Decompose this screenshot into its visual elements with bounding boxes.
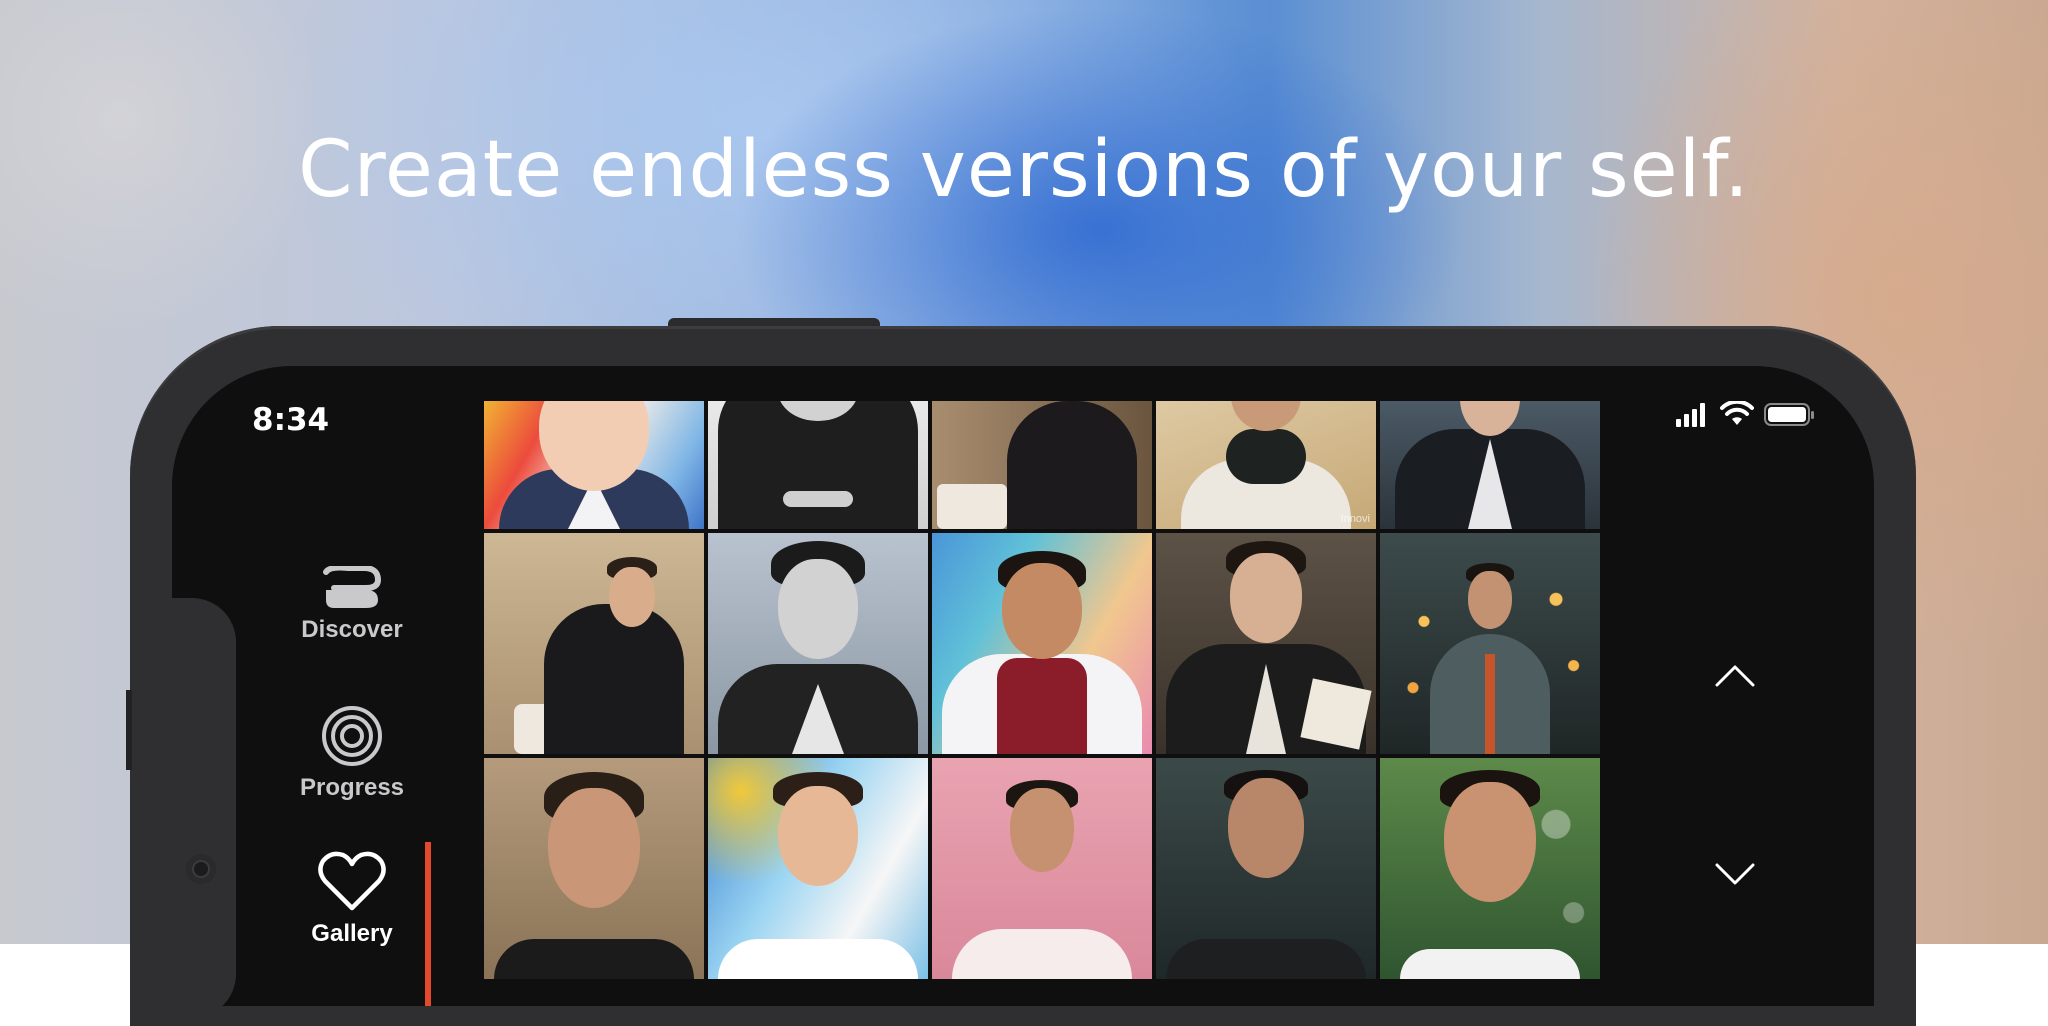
nav-item-progress[interactable]: Progress [252, 704, 452, 802]
gallery-tile[interactable] [1380, 758, 1600, 979]
gallery-tile[interactable]: Innovi [1156, 401, 1376, 529]
gallery-tile[interactable] [708, 401, 928, 529]
progress-icon [322, 706, 382, 766]
nav-label-gallery: Gallery [311, 920, 393, 947]
gallery-tile[interactable] [1156, 758, 1376, 979]
headline: Create endless versions of your self. [298, 125, 1750, 215]
phone-notch [172, 598, 236, 1006]
gallery-tile[interactable] [708, 533, 928, 754]
gallery-tile[interactable] [932, 758, 1152, 979]
status-time: 8:34 [252, 402, 330, 438]
phone-side-button [126, 690, 132, 770]
gallery-tile[interactable] [1380, 533, 1600, 754]
chevron-up-icon [1715, 665, 1755, 687]
tile-watermark: Innovi [1340, 513, 1370, 525]
nav-label-discover: Discover [301, 616, 403, 643]
chevron-down-icon [1715, 863, 1755, 885]
gallery-grid: Innovi [484, 401, 1602, 979]
wifi-icon [1720, 401, 1754, 425]
signal-icon [1676, 403, 1705, 427]
scroll-up-button[interactable] [1705, 646, 1765, 706]
nav-item-discover[interactable]: Discover [252, 566, 452, 644]
heart-icon [318, 851, 386, 911]
gallery-tile[interactable] [484, 533, 704, 754]
nav-item-gallery[interactable]: Gallery [252, 850, 452, 948]
gallery-tile[interactable] [1156, 533, 1376, 754]
gallery-tile[interactable] [484, 758, 704, 979]
nav-active-indicator [425, 842, 431, 1006]
nav-label-progress: Progress [299, 774, 405, 801]
gallery-tile[interactable] [708, 758, 928, 979]
status-icons [1672, 400, 1832, 430]
discover-icon [323, 566, 382, 608]
gallery-tile[interactable] [932, 533, 1152, 754]
scroll-down-button[interactable] [1705, 844, 1765, 904]
camera-icon [186, 854, 216, 884]
battery-icon [1764, 403, 1814, 426]
gallery-tile[interactable] [484, 401, 704, 529]
gallery-tile[interactable] [1380, 401, 1600, 529]
phone-screen: 8:34 Discover Progress Gallery Innovi [172, 366, 1874, 1006]
gallery-tile[interactable] [932, 401, 1152, 529]
